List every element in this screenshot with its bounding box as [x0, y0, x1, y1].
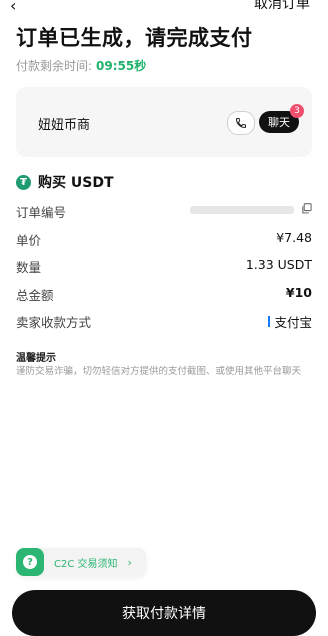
quantity-row: 数量 1.33 USDT [16, 257, 312, 275]
phone-button[interactable] [227, 111, 255, 135]
payment-method-text: 支付宝 [274, 315, 312, 330]
get-payment-details-button[interactable]: 获取付款详情 [12, 590, 316, 636]
question-icon: ? [16, 548, 44, 576]
quantity-value: 1.33 USDT [245, 257, 312, 272]
copy-icon[interactable] [301, 203, 312, 214]
asset-header: ₮ 购买 USDT [16, 172, 114, 192]
payment-method-label: 卖家收款方式 [16, 315, 92, 330]
chat-unread-badge: 3 [290, 104, 304, 118]
asset-label: 购买 USDT [38, 175, 114, 191]
seller-name: 妞妞币商 [38, 118, 91, 133]
tips-title: 温馨提示 [16, 353, 56, 364]
total-amount-row: 总金额 ¥10 [16, 285, 312, 303]
seller-card: 妞妞币商 聊天 3 [16, 87, 312, 157]
unit-price-value: ¥7.48 [276, 230, 312, 245]
unit-price-row: 单价 ¥7.48 [16, 230, 312, 248]
back-icon[interactable]: ‹ [10, 0, 16, 15]
c2c-notice-label: C2C 交易须知 [54, 558, 118, 570]
tips-body: 谨防交易诈骗，切勿轻信对方提供的支付截图、或使用其他平台聊天 [16, 366, 302, 377]
order-number-label: 订单编号 [16, 205, 67, 220]
cancel-order-link[interactable]: 取消订单 [254, 0, 310, 13]
unit-price-label: 单价 [16, 233, 42, 248]
tether-icon: ₮ [16, 174, 31, 190]
quantity-label: 数量 [16, 260, 42, 275]
timer-value: 09:55秒 [96, 59, 147, 73]
payment-timer: 付款剩余时间: 09:55秒 [16, 57, 146, 74]
alipay-marker [268, 316, 271, 327]
payment-method-row: 卖家收款方式 支付宝 [16, 312, 312, 330]
page-title: 订单已生成，请完成支付 [16, 26, 253, 50]
chevron-right-icon: › [127, 555, 132, 569]
timer-label: 付款剩余时间: [16, 59, 93, 73]
order-number-row: 订单编号 [16, 202, 312, 220]
order-number-value-redacted [190, 206, 294, 214]
payment-method-value: 支付宝 [268, 312, 312, 331]
top-bar: ‹ 取消订单 [0, 0, 328, 15]
total-amount-value: ¥10 [285, 285, 312, 300]
phone-icon [235, 118, 246, 129]
c2c-notice-button[interactable]: ? C2C 交易须知 › [16, 548, 146, 576]
total-amount-label: 总金额 [16, 288, 54, 303]
